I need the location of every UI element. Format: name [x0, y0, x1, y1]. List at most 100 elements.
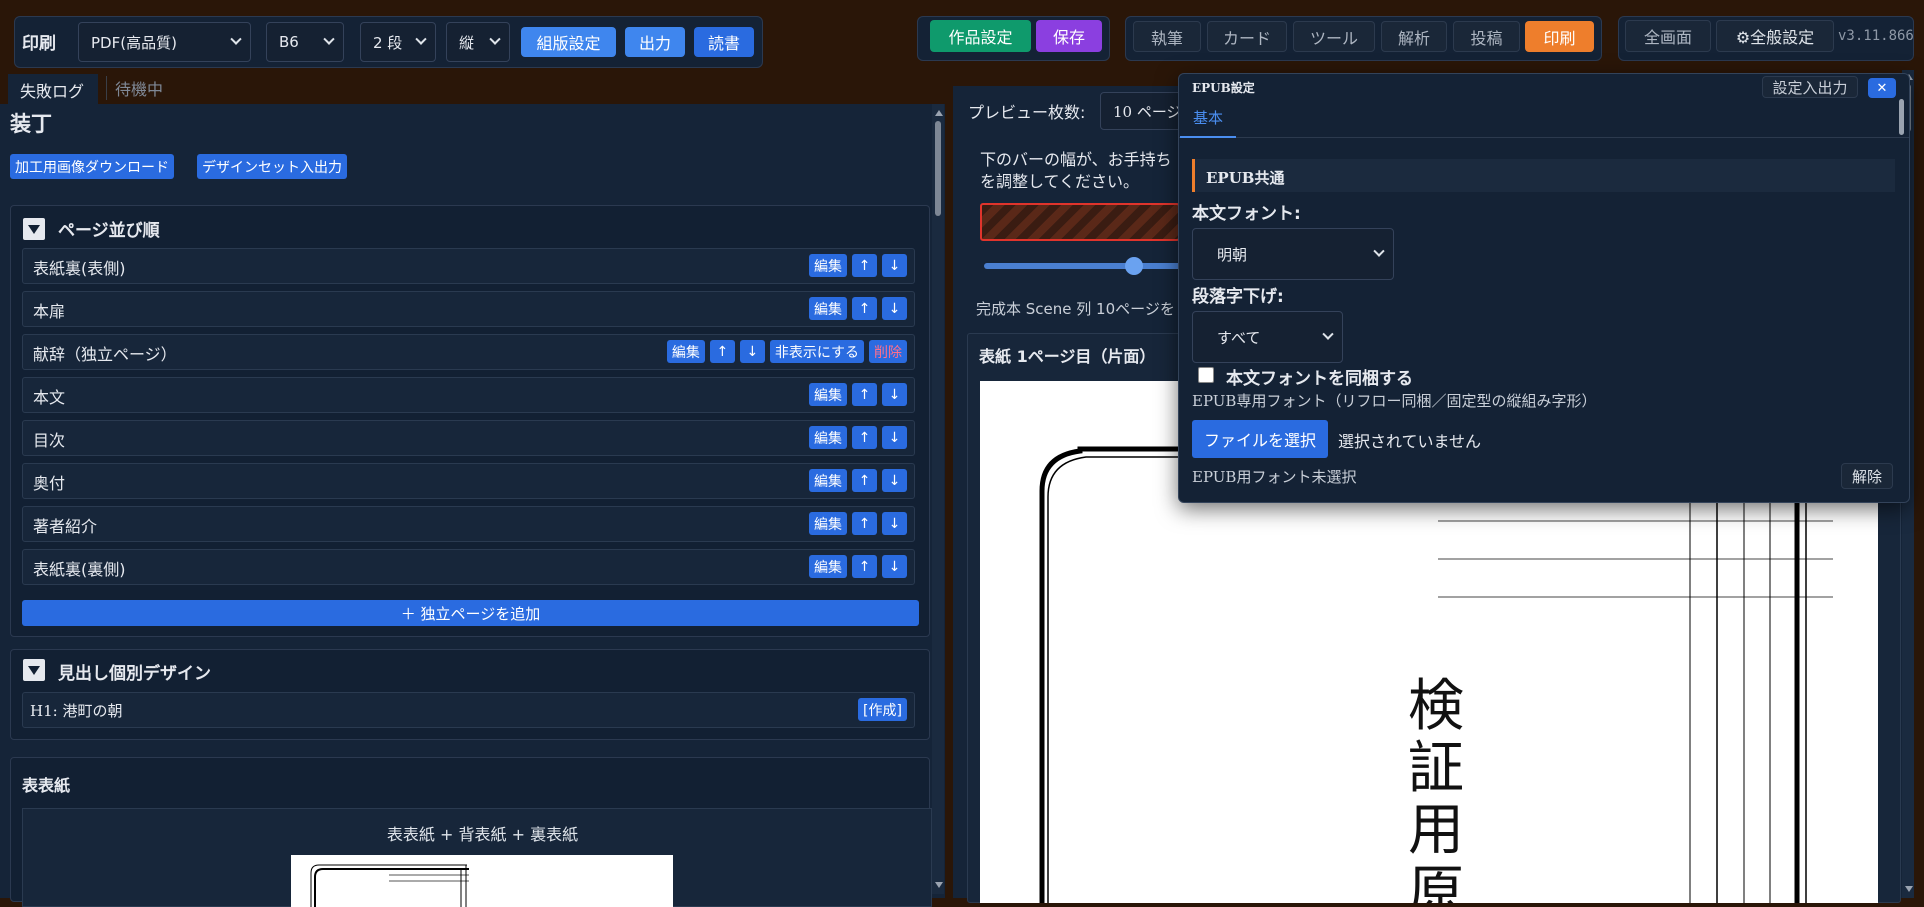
- add-page-button[interactable]: ＋ 独立ページを追加: [22, 600, 919, 626]
- preview-status: 完成本 Scene 列 10ページを: [976, 300, 1175, 318]
- settings-io-button[interactable]: 設定入出力: [1762, 76, 1858, 98]
- fullscreen-button[interactable]: 全画面: [1625, 20, 1711, 52]
- collapse-triangle-icon[interactable]: [23, 218, 45, 240]
- move-down-button[interactable]: ↓: [882, 297, 907, 320]
- file-status-text: 選択されていません: [1338, 432, 1482, 451]
- move-down-button[interactable]: ↓: [882, 555, 907, 578]
- format-select-value: PDF(高品質): [91, 33, 177, 52]
- size-select-value: B6: [279, 33, 299, 51]
- page-order-item-label: 表紙裏(表側): [33, 259, 126, 278]
- move-up-button[interactable]: ↑: [709, 340, 735, 363]
- page-order-item-label: 本文: [33, 388, 66, 407]
- tab-fail-log[interactable]: 失敗ログ: [8, 74, 98, 104]
- columns-select[interactable]: 2 段: [360, 22, 436, 62]
- tab-waiting[interactable]: 待機中: [106, 76, 163, 100]
- create-heading-button[interactable]: [作成]: [858, 698, 907, 721]
- paragraph-indent-label: 段落字下げ:: [1192, 287, 1284, 307]
- read-button[interactable]: 読書: [694, 27, 754, 57]
- move-down-button[interactable]: ↓: [882, 383, 907, 406]
- bundle-font-label[interactable]: 本文フォントを同梱する: [1226, 364, 1413, 389]
- cover-thumbnail-frame: [310, 864, 469, 907]
- heading-design-item: H1: 港町の朝: [30, 702, 123, 720]
- heading-design-heading: 見出し個別デザイン: [58, 664, 211, 684]
- preview-instruction-2: を調整してください。: [980, 172, 1140, 191]
- size-select[interactable]: B6: [266, 22, 344, 62]
- move-up-button[interactable]: ↑: [852, 426, 877, 449]
- mode-tab-card[interactable]: カード: [1207, 21, 1287, 52]
- print-label: 印刷: [22, 34, 56, 54]
- orientation-select-value: 縦: [459, 33, 475, 52]
- move-down-button[interactable]: ↓: [882, 254, 907, 277]
- page-order-heading: ページ並び順: [58, 221, 160, 241]
- cover-thumbnail: [291, 855, 673, 907]
- edit-button[interactable]: 編集: [809, 555, 847, 578]
- columns-select-value: 2 段: [373, 33, 403, 52]
- move-up-button[interactable]: ↑: [852, 512, 877, 535]
- version-label: v3.11.866: [1838, 28, 1914, 44]
- page-order-item-label: 献辞（独立ページ）: [33, 345, 177, 364]
- move-up-button[interactable]: ↑: [852, 297, 877, 320]
- delete-button[interactable]: 削除: [869, 340, 907, 363]
- mode-tab-analysis[interactable]: 解析: [1381, 21, 1447, 52]
- work-settings-button[interactable]: 作品設定: [930, 20, 1031, 52]
- paragraph-indent-select[interactable]: すべて: [1192, 311, 1343, 363]
- move-up-button[interactable]: ↑: [852, 555, 877, 578]
- output-button[interactable]: 出力: [625, 27, 685, 57]
- hide-button[interactable]: 非表示にする: [769, 340, 864, 363]
- epub-tab-basic[interactable]: 基本: [1180, 107, 1236, 138]
- move-up-button[interactable]: ↑: [852, 383, 877, 406]
- format-select[interactable]: PDF(高品質): [78, 22, 251, 62]
- page-order-item-label: 著者紹介: [33, 517, 98, 536]
- edit-button[interactable]: 編集: [666, 340, 705, 363]
- edit-button[interactable]: 編集: [809, 383, 847, 406]
- mode-tab-writing[interactable]: 執筆: [1133, 21, 1201, 52]
- move-down-button[interactable]: ↓: [882, 512, 907, 535]
- mode-tab-tools[interactable]: ツール: [1293, 21, 1375, 52]
- orientation-select[interactable]: 縦: [446, 22, 510, 62]
- epub-tab-bar: [1179, 137, 1909, 138]
- move-down-button[interactable]: ↓: [739, 340, 765, 363]
- preview-count-value: 10 ページ: [1113, 102, 1182, 121]
- image-download-button[interactable]: 加工用画像ダウンロード: [10, 154, 174, 179]
- paragraph-indent-select-value: すべて: [1217, 328, 1261, 347]
- page-order-item: 表紙裏(表側) 編集 ↑ ↓: [22, 248, 915, 284]
- epub-font-description: EPUB専用フォント（リフロー同梱／固定型の縦組み字形）: [1192, 392, 1597, 410]
- width-slider-thumb[interactable]: [1125, 257, 1143, 275]
- close-icon[interactable]: ✕: [1868, 78, 1896, 98]
- page-preview-title: 表紙 1ページ目（片面）: [979, 347, 1156, 366]
- layout-settings-button[interactable]: 組版設定: [521, 27, 616, 57]
- epub-font-status: EPUB用フォント未選択: [1192, 468, 1357, 486]
- chevron-down-icon: [1322, 328, 1334, 340]
- edit-button[interactable]: 編集: [809, 469, 847, 492]
- edit-button[interactable]: 編集: [809, 254, 847, 277]
- page-order-item: 著者紹介 編集 ↑ ↓: [22, 506, 915, 542]
- page-order-item: 目次 編集 ↑ ↓: [22, 420, 915, 456]
- bundle-font-checkbox[interactable]: [1198, 367, 1214, 383]
- preview-count-label: プレビュー枚数:: [968, 103, 1086, 122]
- cover-heading: 表表紙: [22, 776, 71, 795]
- choose-file-button[interactable]: ファイルを選択: [1192, 420, 1328, 458]
- edit-button[interactable]: 編集: [809, 512, 847, 535]
- body-font-select[interactable]: 明朝: [1192, 228, 1394, 280]
- mode-tab-post[interactable]: 投稿: [1453, 21, 1520, 52]
- edit-button[interactable]: 編集: [809, 297, 847, 320]
- width-slider[interactable]: [984, 256, 1184, 276]
- clear-font-button[interactable]: 解除: [1841, 463, 1893, 489]
- width-calibration-bar: [980, 203, 1180, 241]
- left-scrollbar[interactable]: [932, 104, 944, 894]
- page-order-item-label: 奥付: [33, 474, 66, 493]
- collapse-triangle-icon[interactable]: [23, 659, 45, 681]
- edit-button[interactable]: 編集: [809, 426, 847, 449]
- body-font-label: 本文フォント:: [1192, 204, 1301, 224]
- move-up-button[interactable]: ↑: [852, 469, 877, 492]
- move-down-button[interactable]: ↓: [882, 426, 907, 449]
- save-button[interactable]: 保存: [1036, 20, 1102, 52]
- move-up-button[interactable]: ↑: [852, 254, 877, 277]
- chevron-down-icon: [489, 33, 501, 45]
- global-settings-button[interactable]: ⚙全般設定: [1716, 20, 1834, 52]
- page-order-item-label: 目次: [33, 431, 66, 450]
- move-down-button[interactable]: ↓: [882, 469, 907, 492]
- epub-dialog-scrollbar[interactable]: [1899, 99, 1906, 501]
- design-set-io-button[interactable]: デザインセット入出力: [197, 154, 347, 179]
- mode-tab-print[interactable]: 印刷: [1525, 21, 1594, 52]
